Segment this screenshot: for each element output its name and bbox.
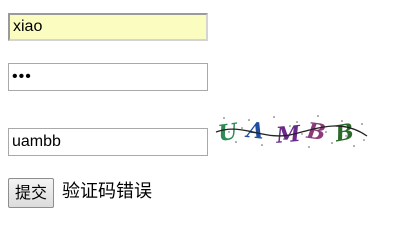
error-message: 验证码错误 [62,181,152,202]
captcha-image[interactable]: U A M B B [214,112,369,152]
username-input[interactable] [8,13,208,41]
captcha-input[interactable] [8,128,208,156]
password-input[interactable] [8,63,208,91]
captcha-char: B [304,118,327,146]
submit-button[interactable]: 提交 [8,178,55,208]
